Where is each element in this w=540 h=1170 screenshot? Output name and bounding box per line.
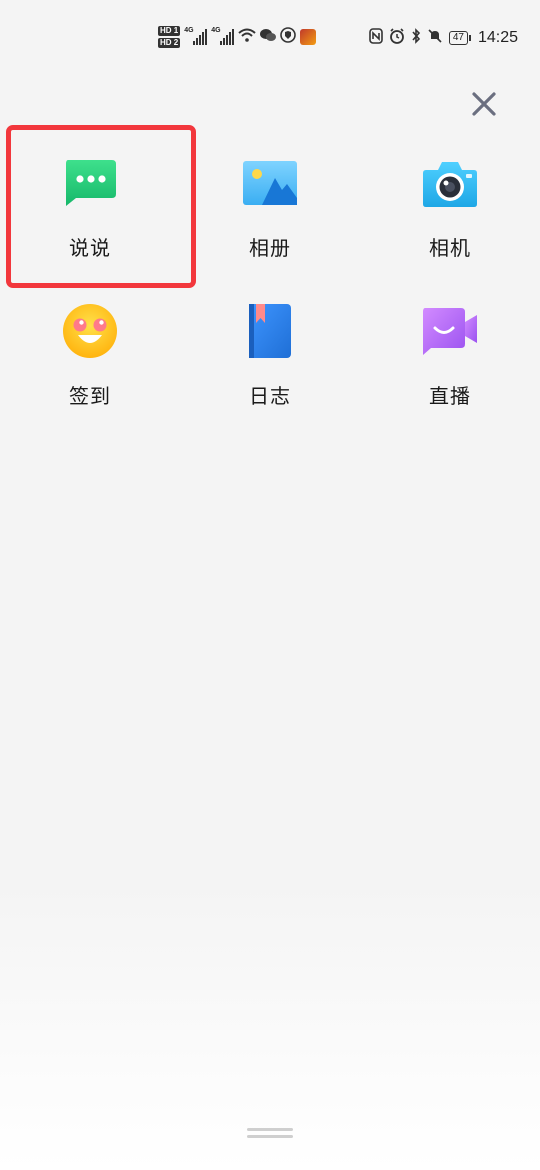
clock: 14:25 bbox=[477, 29, 518, 46]
menu-item-checkin[interactable]: 签到 bbox=[0, 298, 180, 416]
close-icon bbox=[472, 92, 496, 116]
menu-item-label: 日志 bbox=[249, 384, 291, 408]
network-type-1: 4G bbox=[184, 27, 194, 34]
grid-row-1: 说说 相册 相机 bbox=[0, 150, 540, 268]
menu-item-shuoshuo[interactable]: 说说 bbox=[0, 150, 180, 268]
network-type-2: 4G bbox=[211, 27, 221, 34]
journal-book-icon bbox=[241, 302, 299, 360]
menu-item-camera[interactable]: 相机 bbox=[360, 150, 540, 268]
menu-item-live[interactable]: 直播 bbox=[360, 298, 540, 416]
photo-album-icon bbox=[241, 154, 299, 212]
bluetooth-icon bbox=[411, 28, 421, 48]
menu-item-journal[interactable]: 日志 bbox=[180, 298, 360, 416]
battery-icon: 47 bbox=[448, 31, 472, 45]
menu-item-label: 签到 bbox=[69, 384, 111, 408]
wechat-icon bbox=[260, 28, 277, 46]
camera-icon bbox=[421, 154, 479, 212]
menu-item-label: 相册 bbox=[249, 236, 291, 260]
shield-icon bbox=[280, 27, 297, 47]
hd1-badge: HD 1 bbox=[158, 26, 181, 36]
mute-bell-icon bbox=[427, 28, 443, 48]
status-right: 47 14:25 bbox=[369, 28, 518, 48]
menu-item-label: 直播 bbox=[429, 384, 471, 408]
menu-item-label: 相机 bbox=[429, 236, 471, 260]
wifi-icon bbox=[238, 28, 256, 46]
status-left: HD 1 HD 2 4G 4G bbox=[158, 26, 317, 48]
smiley-checkin-icon bbox=[61, 302, 119, 360]
hd2-badge: HD 2 bbox=[158, 38, 181, 48]
live-video-icon bbox=[421, 302, 479, 360]
home-indicator[interactable] bbox=[247, 1128, 293, 1140]
status-bar: HD 1 HD 2 4G 4G 47 14:25 bbox=[0, 0, 540, 80]
menu-item-album[interactable]: 相册 bbox=[180, 150, 360, 268]
close-button[interactable] bbox=[466, 86, 502, 122]
signal-strength-icon: 4G bbox=[184, 27, 208, 45]
alarm-icon bbox=[389, 28, 405, 48]
app-notification-icon bbox=[300, 29, 317, 45]
signal-strength-icon-2: 4G bbox=[211, 27, 235, 45]
grid-row-2: 签到 日志 直播 bbox=[0, 298, 540, 416]
chat-bubble-icon bbox=[61, 154, 119, 212]
menu-item-label: 说说 bbox=[69, 236, 111, 260]
post-type-grid: 说说 相册 相机 签到 日志 直播 bbox=[0, 150, 540, 416]
nfc-icon bbox=[369, 28, 383, 48]
